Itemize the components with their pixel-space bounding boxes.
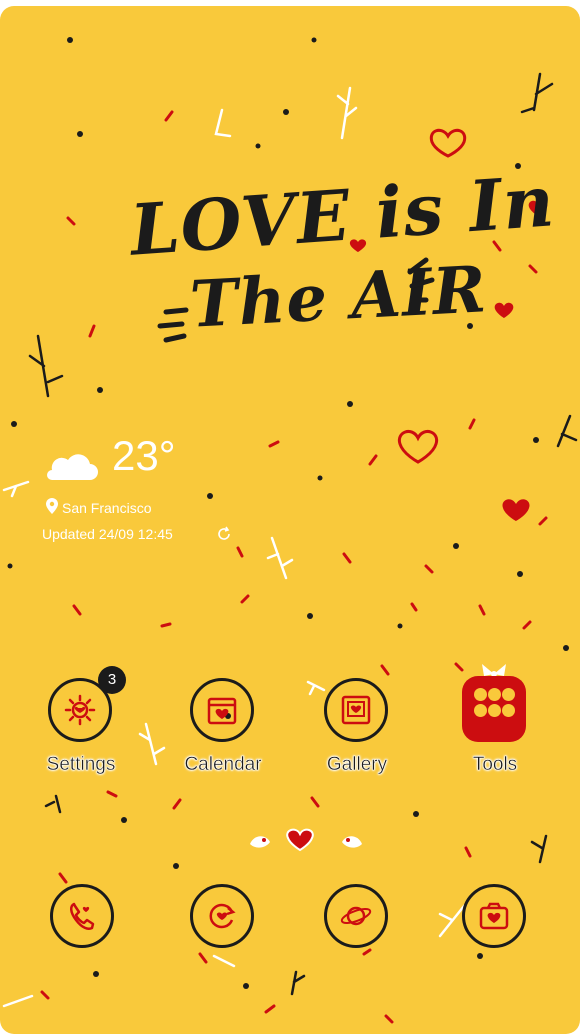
app-label: Gallery	[326, 754, 388, 775]
calendar-icon-frame	[190, 678, 254, 742]
app-gallery[interactable]: Gallery	[302, 678, 412, 788]
location-pin-icon	[46, 498, 58, 514]
internet-icon-frame	[190, 884, 254, 948]
calendar-heart-icon	[207, 697, 237, 725]
title-accent-strokes	[157, 257, 435, 343]
tools-folder-icon	[462, 676, 526, 742]
weather-location: San Francisco	[62, 500, 152, 516]
dock-camera[interactable]	[440, 884, 550, 954]
planet-icon	[340, 906, 372, 926]
wallpaper-title: LOVE is In The AIR	[120, 159, 558, 374]
app-tools-folder[interactable]: Tools	[440, 664, 550, 788]
page-dot-bird-icon	[250, 836, 270, 848]
page-indicator[interactable]	[246, 824, 366, 858]
app-calendar[interactable]: Calendar	[168, 678, 278, 788]
notification-badge: 3	[98, 666, 126, 694]
app-settings[interactable]: Settings	[26, 678, 136, 788]
refresh-icon[interactable]	[216, 526, 232, 542]
app-label: Calendar	[184, 754, 262, 775]
app-label: Settings	[46, 754, 116, 775]
dock-planet[interactable]	[302, 884, 412, 954]
phone-icon	[70, 902, 95, 930]
picture-heart-icon	[341, 695, 371, 725]
app-label: Tools	[472, 754, 518, 775]
camera-icon-frame	[462, 884, 526, 948]
temperature: 23°	[112, 432, 176, 479]
weather-updated-time: Updated 24/09 12:45	[42, 526, 173, 542]
home-screen: LOVE is In The AIR 23° San Francisco Upd…	[0, 6, 580, 1034]
planet-icon-frame	[324, 884, 388, 948]
dock-internet[interactable]	[168, 884, 278, 954]
phone-icon-frame	[50, 884, 114, 948]
page-dot-bird-icon	[342, 836, 362, 848]
dock-phone[interactable]	[28, 884, 138, 954]
cloud-icon	[47, 454, 98, 480]
camera-heart-icon	[479, 902, 509, 930]
weather-widget[interactable]: 23° San Francisco Updated 24/09 12:45	[40, 432, 280, 562]
page-dot-current-heart-icon	[286, 828, 314, 852]
gallery-icon-frame	[324, 678, 388, 742]
internet-heart-icon	[209, 903, 236, 929]
sun-gear-icon	[64, 694, 96, 726]
